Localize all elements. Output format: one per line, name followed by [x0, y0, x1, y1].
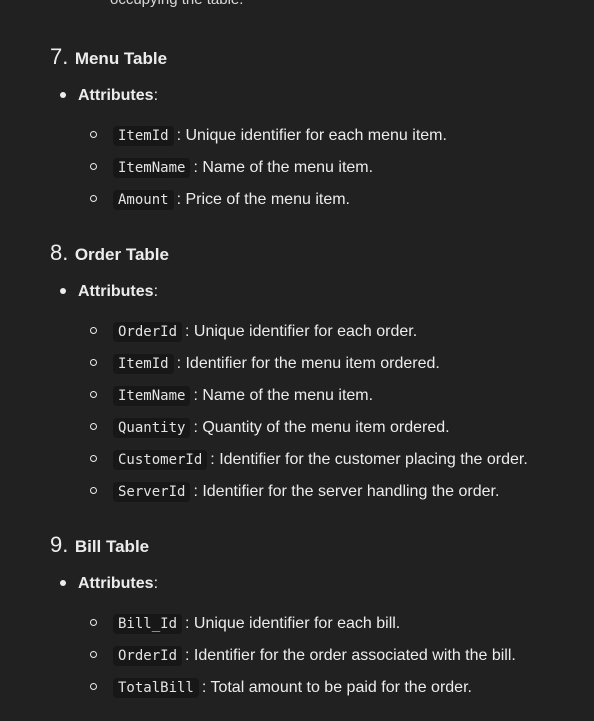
bullet-circle-icon [90, 195, 97, 203]
list-item: TotalBill: Total amount to be paid for t… [90, 678, 472, 698]
list-item: ServerId: Identifier for the server hand… [90, 482, 500, 502]
attributes-label: Attributes [78, 87, 154, 104]
attribute-description: : Unique identifier for each order. [185, 323, 418, 340]
attribute-description: : Identifier for the server handling the… [193, 483, 500, 500]
section-title: Order Table [74, 245, 169, 264]
attributes-label: Attributes [78, 283, 154, 300]
attribute-description: : Identifier for the menu item ordered. [176, 355, 440, 372]
attribute-description: : Identifier for the customer placing th… [210, 451, 528, 468]
attribute-code: OrderId [113, 322, 183, 342]
attributes-bullet: Attributes: [60, 87, 158, 105]
section-number: 9. [50, 532, 69, 557]
bullet-circle-icon [90, 651, 97, 659]
attribute-code: ItemId [113, 126, 174, 146]
bullet-circle-icon [90, 487, 97, 495]
bullet-disc-icon [60, 91, 66, 98]
attributes-bullet: Attributes: [60, 283, 158, 301]
bullet-circle-icon [90, 391, 97, 399]
list-item: ItemName: Name of the menu item. [90, 386, 374, 406]
section-number: 7. [50, 44, 69, 69]
attribute-code: TotalBill [113, 678, 199, 698]
attribute-description: : Unique identifier for each bill. [185, 615, 401, 632]
section-number: 8. [50, 240, 69, 265]
bullet-circle-icon [90, 327, 97, 335]
attribute-description: : Total amount to be paid for the order. [201, 679, 472, 696]
list-item: ItemId: Identifier for the menu item ord… [90, 354, 440, 374]
attribute-code: OrderId [113, 646, 183, 666]
attribute-code: ItemId [113, 354, 174, 374]
list-item: OrderId: Unique identifier for each orde… [90, 322, 418, 342]
attribute-code: CustomerId [113, 450, 208, 470]
list-item: OrderId: Identifier for the order associ… [90, 646, 516, 666]
bullet-disc-icon [60, 579, 66, 586]
bullet-circle-icon [90, 131, 97, 139]
section-heading: 8. Order Table [50, 240, 169, 266]
attribute-code: Quantity [113, 418, 191, 438]
section-title: Menu Table [74, 49, 168, 68]
partial-top-text: occupying the table. [110, 0, 243, 8]
bullet-circle-icon [90, 683, 97, 691]
list-item: CustomerId: Identifier for the customer … [90, 450, 528, 470]
attribute-description: : Name of the menu item. [193, 159, 374, 176]
attribute-code: Bill_Id [113, 614, 183, 634]
attribute-description: : Name of the menu item. [193, 387, 374, 404]
attributes-bullet: Attributes: [60, 575, 158, 593]
attribute-code: ServerId [113, 482, 191, 502]
attribute-code: ItemName [113, 386, 191, 406]
section-title: Bill Table [74, 537, 150, 556]
bullet-circle-icon [90, 455, 97, 463]
section-heading: 9. Bill Table [50, 532, 149, 558]
list-item: Bill_Id: Unique identifier for each bill… [90, 614, 401, 634]
attribute-code: ItemName [113, 158, 191, 178]
bullet-circle-icon [90, 163, 97, 171]
list-item: ItemId: Unique identifier for each menu … [90, 126, 447, 146]
attribute-code: Amount [113, 190, 174, 210]
attributes-label: Attributes [78, 575, 154, 592]
attribute-description: : Unique identifier for each menu item. [176, 127, 447, 144]
list-item: Quantity: Quantity of the menu item orde… [90, 418, 450, 438]
attribute-description: : Price of the menu item. [176, 191, 350, 208]
list-item: Amount: Price of the menu item. [90, 190, 350, 210]
attributes-colon: : [153, 575, 159, 592]
list-item: ItemName: Name of the menu item. [90, 158, 374, 178]
section-heading: 7. Menu Table [50, 44, 167, 70]
attributes-colon: : [153, 87, 159, 104]
bullet-circle-icon [90, 423, 97, 431]
attribute-description: : Quantity of the menu item ordered. [193, 419, 450, 436]
bullet-circle-icon [90, 359, 97, 367]
attribute-description: : Identifier for the order associated wi… [185, 647, 516, 664]
bullet-circle-icon [90, 619, 97, 627]
attributes-colon: : [153, 283, 159, 300]
bullet-disc-icon [60, 287, 66, 294]
